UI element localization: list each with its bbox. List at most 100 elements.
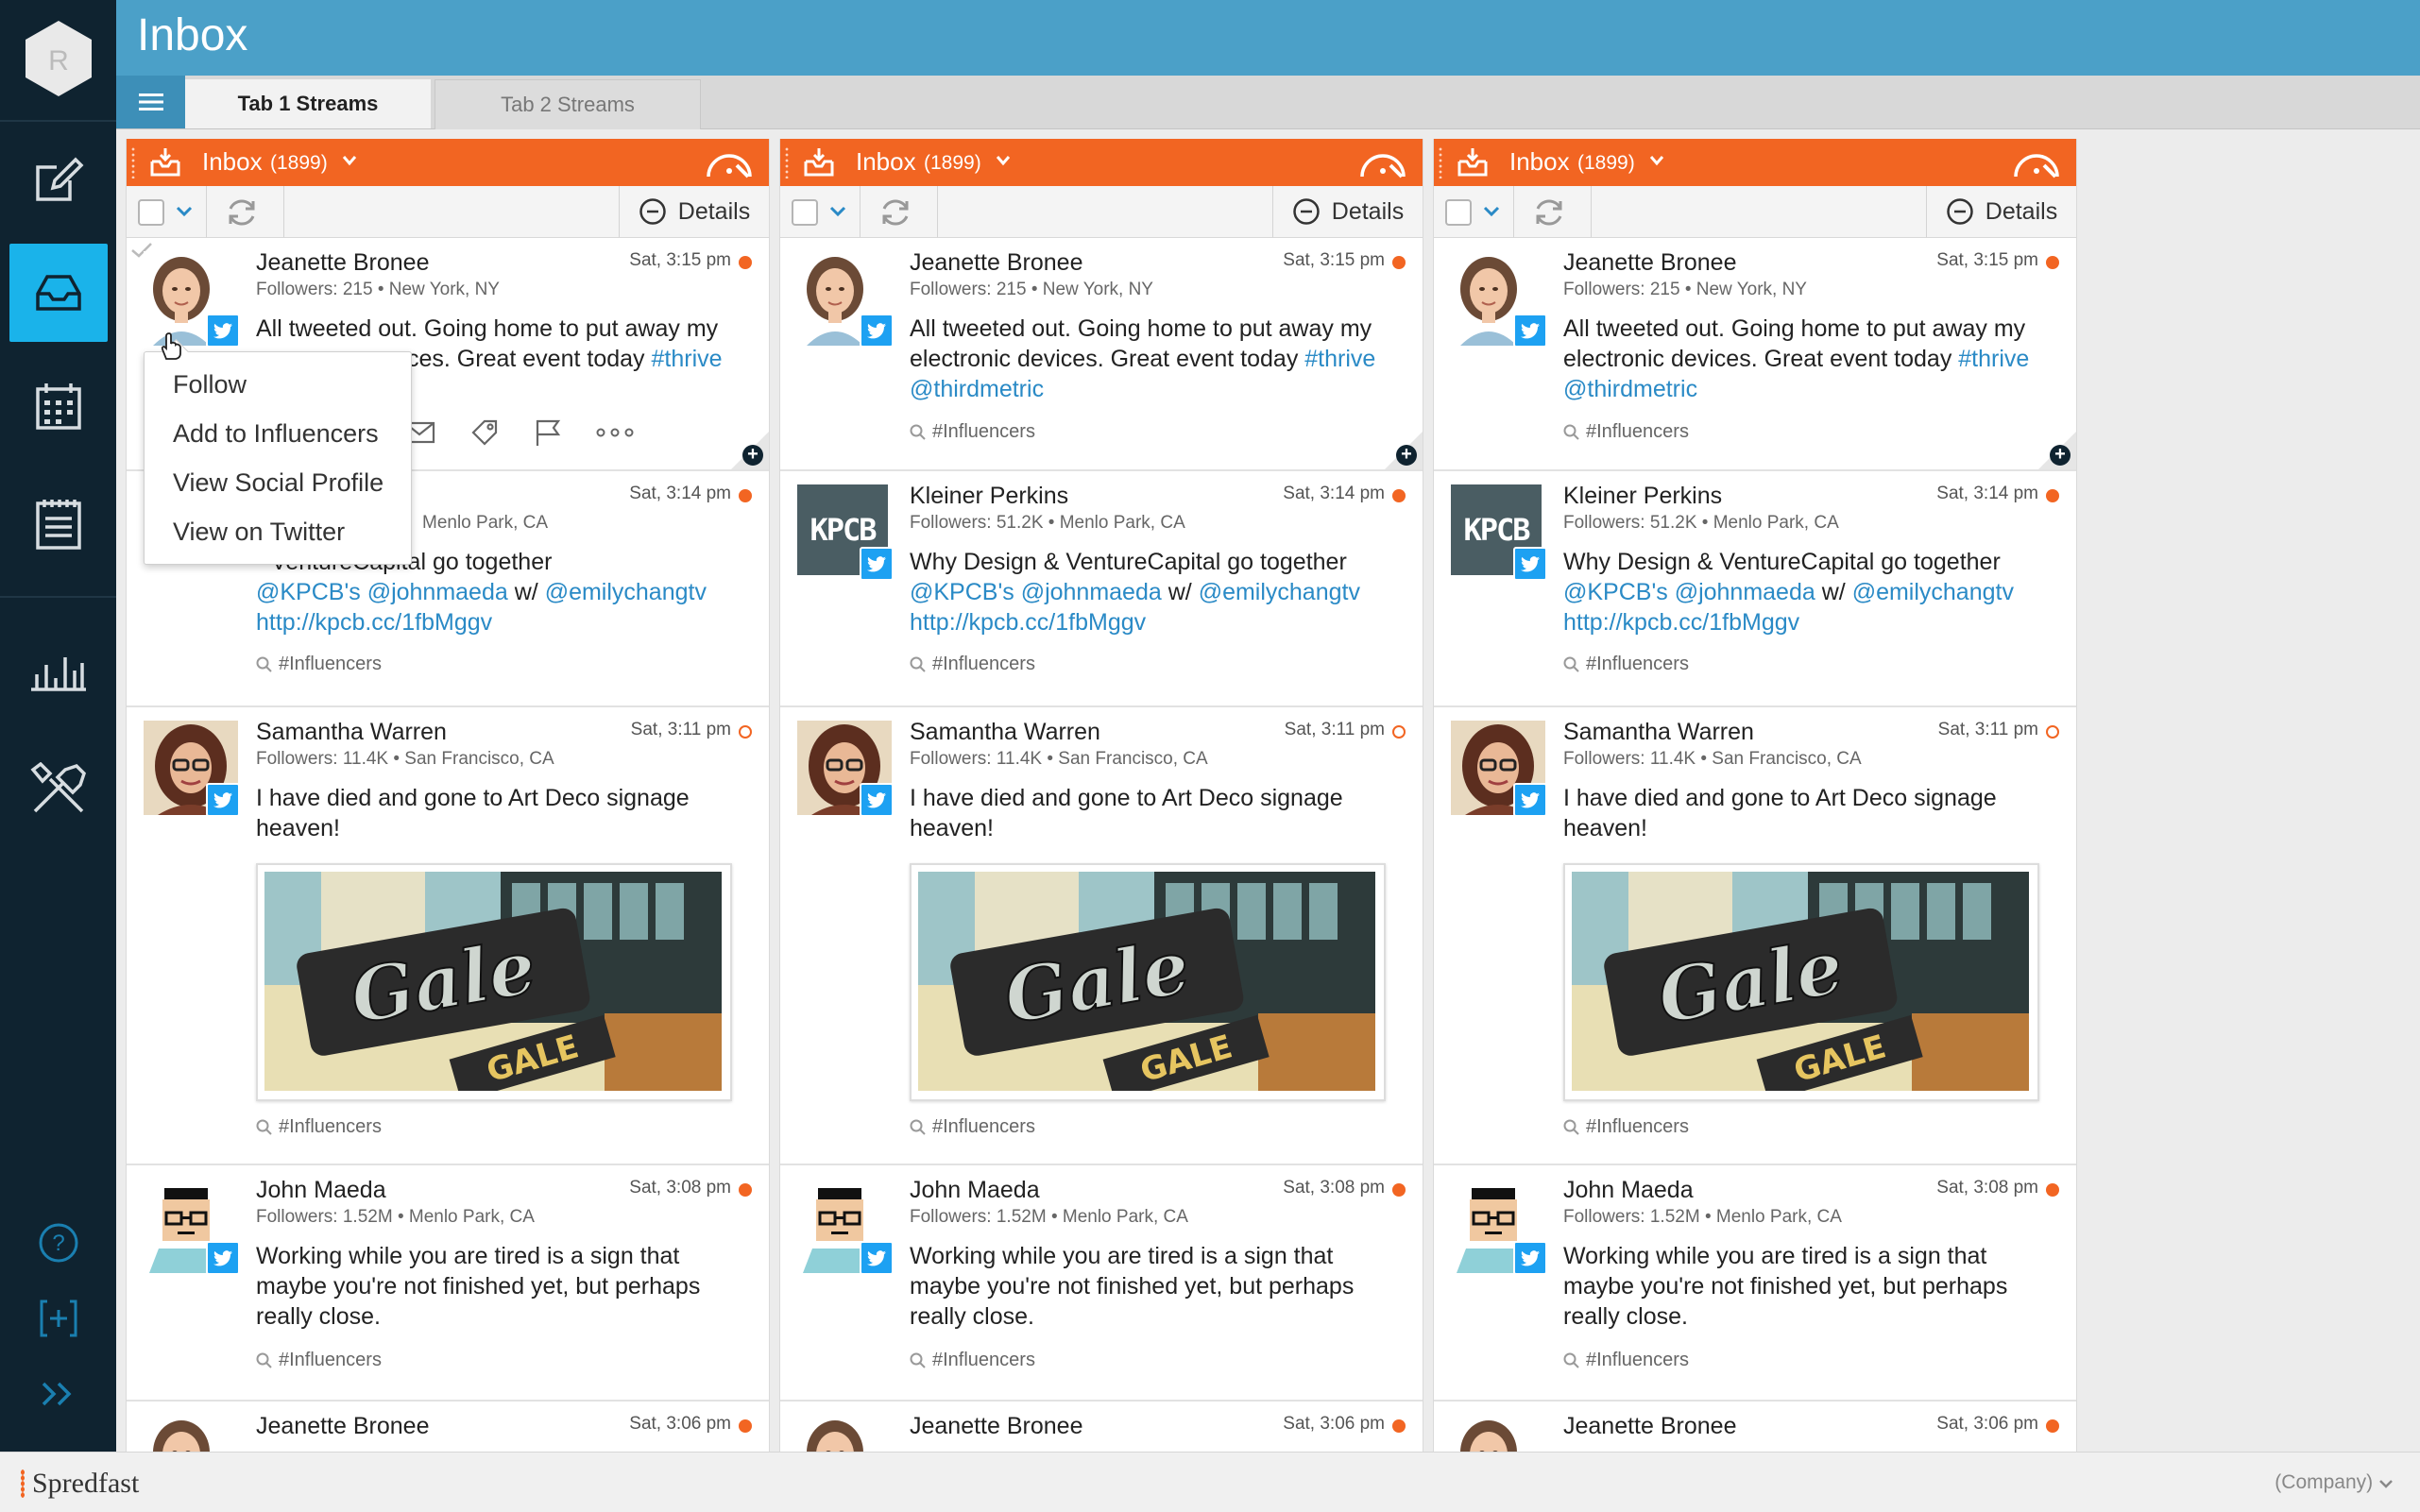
post-tag[interactable]: #Influencers [910,654,1035,675]
sidebar-item-expand[interactable] [0,1366,116,1422]
menu-item-add-to-influencers[interactable]: Add to Influencers [145,409,411,458]
read-indicator[interactable] [1392,725,1406,739]
column-title[interactable]: Inbox [1509,147,1570,177]
post-tag[interactable]: #Influencers [1563,654,1689,675]
avatar[interactable] [797,251,894,348]
avatar[interactable] [797,721,894,817]
avatar[interactable]: KPCB [797,484,894,581]
author-name[interactable]: Kleiner Perkins [910,483,1068,510]
sidebar-item-analytics[interactable] [0,621,116,720]
author-name[interactable]: Jeanette Bronee [256,249,429,277]
menu-item-view-social-profile[interactable]: View Social Profile [145,458,411,507]
chevron-down-icon[interactable] [996,154,1011,171]
post-card[interactable]: Samantha Warren Followers: 11.4K • San Fr… [127,707,769,1165]
avatar[interactable] [1451,1179,1547,1275]
refresh-icon[interactable] [878,195,912,234]
avatar[interactable] [1451,251,1547,348]
unread-indicator[interactable] [1392,1419,1406,1433]
post-card[interactable]: Jeanette Bronee Sat, 3:06 pm [1434,1402,2076,1452]
avatar[interactable] [1451,721,1547,817]
refresh-icon[interactable] [225,195,259,234]
author-name[interactable]: Jeanette Bronee [910,249,1082,277]
author-name[interactable]: Jeanette Bronee [1563,249,1736,277]
sidebar-item-notes[interactable] [0,475,116,573]
menu-item-view-on-twitter[interactable]: View on Twitter [145,507,411,556]
unread-indicator[interactable] [739,1419,752,1433]
sidebar-item-compose[interactable] [0,129,116,228]
post-tag[interactable]: #Influencers [910,1350,1035,1371]
unread-indicator[interactable] [2046,489,2059,502]
author-name[interactable]: Samantha Warren [910,719,1100,746]
author-name[interactable]: Kleiner Perkins [1563,483,1722,510]
flag-icon[interactable] [534,417,562,448]
more-icon[interactable] [596,428,634,437]
author-name[interactable]: John Maeda [1563,1177,1694,1204]
avatar[interactable] [144,721,240,817]
post-card[interactable]: John Maeda Followers: 1.52M • Menlo Park,… [1434,1165,2076,1402]
post-image[interactable]: Gale GALE [910,863,1386,1101]
add-icon[interactable]: + [742,445,763,466]
sidebar-item-help[interactable]: ? [0,1215,116,1271]
post-tag[interactable]: #Influencers [256,1116,382,1138]
sidebar-item-inbox[interactable] [9,244,108,342]
author-name[interactable]: Samantha Warren [1563,719,1754,746]
add-icon[interactable]: + [1396,445,1417,466]
tab-2-streams[interactable]: Tab 2 Streams [435,79,701,129]
hamburger-menu-button[interactable] [116,76,185,128]
post-tag[interactable]: #Influencers [256,1350,382,1371]
unread-indicator[interactable] [739,489,752,502]
company-selector[interactable]: (Company) [2275,1471,2394,1494]
details-button[interactable]: Details [619,186,769,237]
post-card[interactable]: Samantha Warren Followers: 11.4K • San Fr… [780,707,1423,1165]
post-tag[interactable]: #Influencers [1563,1116,1689,1138]
post-card[interactable]: John Maeda Followers: 1.52M • Menlo Park,… [127,1165,769,1402]
post-card[interactable]: Jeanette Bronee Sat, 3:06 pm [780,1402,1423,1452]
stream-status-icon[interactable] [703,144,756,185]
tab-1-streams[interactable]: Tab 1 Streams [185,79,431,128]
read-indicator[interactable] [739,725,752,739]
sidebar-item-calendar[interactable] [0,357,116,455]
post-image[interactable]: Gale GALE [1563,863,2039,1101]
post-tag[interactable]: #Influencers [1563,421,1689,443]
post-card[interactable]: Jeanette Bronee Followers: 215 • New York… [1434,238,2076,471]
sidebar-item-add[interactable] [0,1290,116,1347]
add-icon[interactable]: + [2050,445,2071,466]
author-name[interactable]: Jeanette Bronee [1563,1413,1736,1440]
avatar[interactable] [797,1415,892,1452]
author-name[interactable]: Jeanette Bronee [256,1413,429,1440]
drag-handle[interactable] [1438,146,1443,178]
unread-indicator[interactable] [2046,1183,2059,1197]
menu-item-follow[interactable]: Follow [145,360,411,409]
post-card[interactable]: Samantha Warren Followers: 11.4K • San Fr… [1434,707,2076,1165]
chevron-down-icon[interactable] [1649,154,1664,171]
select-options-chevron-icon[interactable] [1483,205,1500,222]
post-tag[interactable]: #Influencers [910,421,1035,443]
tag-icon[interactable] [469,417,500,448]
post-card[interactable]: Jeanette Bronee Sat, 3:06 pm [127,1402,769,1452]
refresh-icon[interactable] [1532,195,1566,234]
drag-handle[interactable] [784,146,790,178]
sidebar-item-tools[interactable] [0,739,116,838]
post-tag[interactable]: #Influencers [1563,1350,1689,1371]
stream-status-icon[interactable] [2010,144,2063,185]
post-card[interactable]: John Maeda Followers: 1.52M • Menlo Park,… [780,1165,1423,1402]
unread-indicator[interactable] [1392,256,1406,269]
unread-indicator[interactable] [1392,489,1406,502]
author-name[interactable]: John Maeda [256,1177,386,1204]
avatar[interactable] [144,1179,240,1275]
post-image[interactable]: Gale GALE [256,863,732,1101]
brand-logo[interactable]: Spredfast [21,1468,139,1500]
unread-indicator[interactable] [739,256,752,269]
avatar[interactable] [144,251,240,348]
author-name[interactable]: John Maeda [910,1177,1040,1204]
unread-indicator[interactable] [1392,1183,1406,1197]
avatar[interactable] [1451,1415,1545,1452]
post-tag[interactable]: #Influencers [256,654,382,675]
avatar[interactable]: KPCB [1451,484,1547,581]
column-title[interactable]: Inbox [202,147,263,177]
avatar[interactable] [144,1415,238,1452]
post-card[interactable]: Jeanette Bronee Followers: 215 • New York… [780,238,1423,471]
details-button[interactable]: Details [1926,186,2076,237]
author-name[interactable]: Jeanette Bronee [910,1413,1082,1440]
select-all-checkbox[interactable] [1445,199,1472,226]
